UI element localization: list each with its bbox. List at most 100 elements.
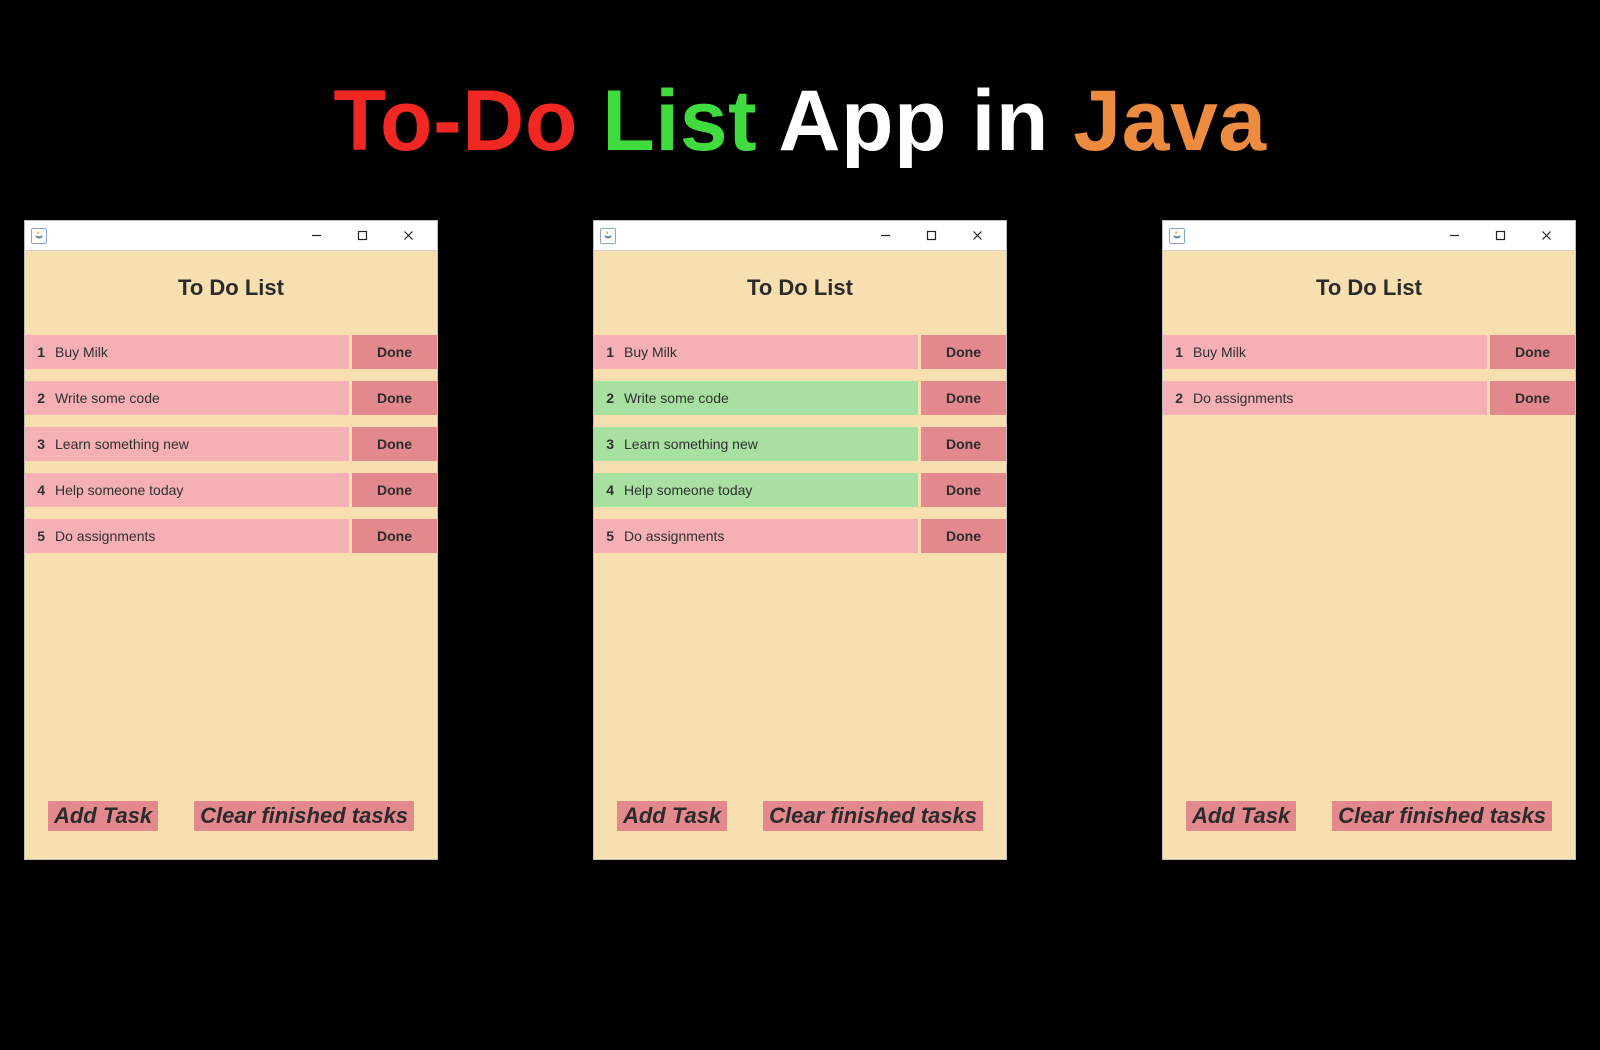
page-heading: To-Do List App in Java bbox=[0, 0, 1600, 171]
minimize-button[interactable] bbox=[862, 222, 908, 250]
maximize-button[interactable] bbox=[1477, 222, 1523, 250]
task-row: 5 Do assignments Done bbox=[25, 519, 437, 553]
task-text: Learn something new bbox=[624, 436, 758, 452]
done-button[interactable]: Done bbox=[921, 335, 1006, 369]
window-controls bbox=[1431, 222, 1569, 250]
minimize-button[interactable] bbox=[293, 222, 339, 250]
window-title: To Do List bbox=[25, 251, 437, 335]
task-number: 2 bbox=[602, 390, 614, 406]
java-icon bbox=[600, 228, 616, 244]
footer-buttons: Add Task Clear finished tasks bbox=[594, 801, 1006, 831]
task-number: 3 bbox=[33, 436, 45, 452]
task-body[interactable]: 5 Do assignments bbox=[594, 519, 918, 553]
task-text: Do assignments bbox=[1193, 390, 1293, 406]
titlebar bbox=[1163, 221, 1575, 251]
heading-part-4: Java bbox=[1073, 73, 1266, 169]
task-text: Buy Milk bbox=[1193, 344, 1246, 360]
task-body[interactable]: 3 Learn something new bbox=[594, 427, 918, 461]
task-number: 4 bbox=[602, 482, 614, 498]
done-button[interactable]: Done bbox=[352, 381, 437, 415]
java-icon bbox=[1169, 228, 1185, 244]
window-title: To Do List bbox=[1163, 251, 1575, 335]
task-row: 3 Learn something new Done bbox=[25, 427, 437, 461]
heading-part-2: List bbox=[602, 73, 757, 169]
done-button[interactable]: Done bbox=[352, 427, 437, 461]
task-text: Buy Milk bbox=[624, 344, 677, 360]
add-task-button[interactable]: Add Task bbox=[617, 801, 727, 831]
task-row: 1 Buy Milk Done bbox=[594, 335, 1006, 369]
task-text: Help someone today bbox=[624, 482, 752, 498]
task-body[interactable]: 1 Buy Milk bbox=[594, 335, 918, 369]
task-row: 4 Help someone today Done bbox=[594, 473, 1006, 507]
add-task-button[interactable]: Add Task bbox=[48, 801, 158, 831]
footer-buttons: Add Task Clear finished tasks bbox=[1163, 801, 1575, 831]
footer-buttons: Add Task Clear finished tasks bbox=[25, 801, 437, 831]
done-button[interactable]: Done bbox=[352, 335, 437, 369]
task-body[interactable]: 4 Help someone today bbox=[594, 473, 918, 507]
task-number: 1 bbox=[602, 344, 614, 360]
close-button[interactable] bbox=[954, 222, 1000, 250]
task-body[interactable]: 2 Write some code bbox=[594, 381, 918, 415]
clear-finished-button[interactable]: Clear finished tasks bbox=[1332, 801, 1552, 831]
task-row: 5 Do assignments Done bbox=[594, 519, 1006, 553]
task-row: 1 Buy Milk Done bbox=[1163, 335, 1575, 369]
task-number: 2 bbox=[33, 390, 45, 406]
task-text: Buy Milk bbox=[55, 344, 108, 360]
task-text: Write some code bbox=[55, 390, 160, 406]
window-title: To Do List bbox=[594, 251, 1006, 335]
clear-finished-button[interactable]: Clear finished tasks bbox=[194, 801, 414, 831]
app-window: To Do List1Buy MilkDone2Write some codeD… bbox=[593, 220, 1007, 860]
task-row: 2 Do assignments Done bbox=[1163, 381, 1575, 415]
windows-container: To Do List1Buy MilkDone2Write some codeD… bbox=[24, 220, 1576, 860]
titlebar bbox=[25, 221, 437, 251]
close-button[interactable] bbox=[385, 222, 431, 250]
task-list: 1 Buy Milk Done 2 Write some code Done 3 Learn … bbox=[594, 335, 1006, 553]
maximize-button[interactable] bbox=[339, 222, 385, 250]
clear-finished-button[interactable]: Clear finished tasks bbox=[763, 801, 983, 831]
titlebar-left bbox=[1169, 228, 1185, 244]
task-body[interactable]: 2 Write some code bbox=[25, 381, 349, 415]
task-text: Do assignments bbox=[624, 528, 724, 544]
task-list: 1 Buy Milk Done 2 Write some code Done 3 Learn … bbox=[25, 335, 437, 553]
done-button[interactable]: Done bbox=[921, 473, 1006, 507]
done-button[interactable]: Done bbox=[352, 473, 437, 507]
done-button[interactable]: Done bbox=[921, 427, 1006, 461]
java-icon bbox=[31, 228, 47, 244]
task-row: 1 Buy Milk Done bbox=[25, 335, 437, 369]
task-row: 3 Learn something new Done bbox=[594, 427, 1006, 461]
task-text: Do assignments bbox=[55, 528, 155, 544]
close-button[interactable] bbox=[1523, 222, 1569, 250]
app-window: To Do List1Buy MilkDone2Write some codeD… bbox=[24, 220, 438, 860]
done-button[interactable]: Done bbox=[1490, 381, 1575, 415]
task-number: 1 bbox=[33, 344, 45, 360]
titlebar bbox=[594, 221, 1006, 251]
task-text: Learn something new bbox=[55, 436, 189, 452]
window-controls bbox=[862, 222, 1000, 250]
task-body[interactable]: 1 Buy Milk bbox=[25, 335, 349, 369]
task-number: 4 bbox=[33, 482, 45, 498]
task-number: 5 bbox=[33, 528, 45, 544]
task-body[interactable]: 4Help someone today bbox=[25, 473, 349, 507]
task-body[interactable]: 1 Buy Milk bbox=[1163, 335, 1487, 369]
titlebar-left bbox=[31, 228, 47, 244]
task-body[interactable]: 3 Learn something new bbox=[25, 427, 349, 461]
window-controls bbox=[293, 222, 431, 250]
task-number: 5 bbox=[602, 528, 614, 544]
task-number: 2 bbox=[1171, 390, 1183, 406]
done-button[interactable]: Done bbox=[1490, 335, 1575, 369]
task-number: 1 bbox=[1171, 344, 1183, 360]
heading-part-1: To-Do bbox=[333, 73, 577, 169]
minimize-button[interactable] bbox=[1431, 222, 1477, 250]
task-body[interactable]: 5 Do assignments bbox=[25, 519, 349, 553]
titlebar-left bbox=[600, 228, 616, 244]
task-number: 3 bbox=[602, 436, 614, 452]
done-button[interactable]: Done bbox=[921, 519, 1006, 553]
done-button[interactable]: Done bbox=[921, 381, 1006, 415]
task-body[interactable]: 2 Do assignments bbox=[1163, 381, 1487, 415]
task-text: Write some code bbox=[624, 390, 729, 406]
task-list: 1 Buy Milk Done 2 Do assignments Done bbox=[1163, 335, 1575, 415]
task-row: 2 Write some code Done bbox=[25, 381, 437, 415]
maximize-button[interactable] bbox=[908, 222, 954, 250]
done-button[interactable]: Done bbox=[352, 519, 437, 553]
add-task-button[interactable]: Add Task bbox=[1186, 801, 1296, 831]
